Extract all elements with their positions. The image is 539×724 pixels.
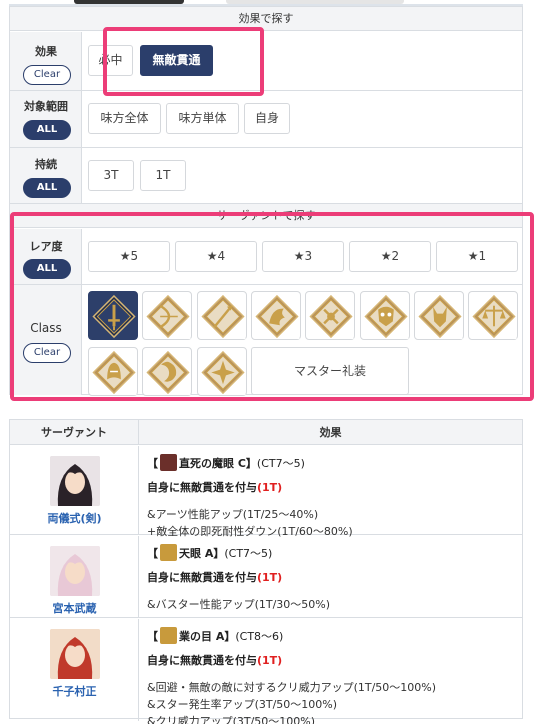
main-effect-text: 自身に無敵貫通を付与: [147, 654, 257, 667]
effect-line: &バスター性能アップ(1T/30〜50%): [147, 598, 331, 611]
servant-name-link[interactable]: 千子村正: [10, 683, 139, 699]
duration-filter-row: 持続 ALL 3T 1T: [10, 148, 522, 204]
duration-option-1t[interactable]: 1T: [140, 160, 186, 191]
skill-name: 業の目 A: [179, 630, 225, 643]
duration-all-button[interactable]: ALL: [23, 178, 71, 198]
servant-cell: 両儀式(剣): [10, 446, 139, 534]
skill-name: 直死の魔眼 C: [179, 457, 246, 470]
effect-label: 効果: [35, 45, 57, 58]
skill-line: 【 天眼 A】(CT7〜5): [147, 544, 272, 561]
effect-line: &回避・無敵の敵に対するクリ威力アップ(1T/50〜100%): [147, 681, 437, 694]
skill-icon: [160, 627, 177, 644]
servant-cell: 千子村正: [10, 619, 139, 721]
result-row: 宮本武蔵 【 天眼 A】(CT7〜5) 自身に無敵貫通を付与(1T) &バスター性能アッ…: [10, 536, 522, 618]
main-effect-line: 自身に無敵貫通を付与(1T): [147, 569, 282, 585]
duration-option-3t[interactable]: 3T: [88, 160, 134, 191]
servant-portrait-icon: [50, 629, 100, 679]
skill-bracket-open: 【: [147, 457, 158, 470]
skill-line: 【 業の目 A】(CT8〜6): [147, 627, 283, 644]
effect-line: &アーツ性能アップ(1T/25〜40%): [147, 508, 319, 521]
skill-cooldown: (CT8〜6): [235, 630, 284, 643]
target-label: 対象範囲: [24, 100, 68, 113]
target-option-one-ally[interactable]: 味方単体: [166, 103, 239, 134]
servant-name-link[interactable]: 両儀式(剣): [10, 510, 139, 526]
servant-avatar[interactable]: [50, 546, 100, 596]
result-row: 両儀式(剣) 【 直死の魔眼 C】(CT7〜5) 自身に無敵貫通を付与(1T) &アーツ…: [10, 446, 522, 538]
main-effect-line: 自身に無敵貫通を付与(1T): [147, 652, 282, 668]
target-option-all-allies[interactable]: 味方全体: [88, 103, 161, 134]
skill-icon: [160, 454, 177, 471]
effect-clear-button[interactable]: Clear: [23, 65, 71, 85]
highlight-ignore-invincible: [103, 27, 264, 96]
duration-label: 持続: [35, 158, 57, 171]
main-effect-turn: (1T): [257, 481, 283, 494]
effect-line: &クリ威力アップ(3T/50〜100%): [147, 715, 316, 724]
main-effect-text: 自身に無敵貫通を付与: [147, 571, 257, 584]
main-effect-line: 自身に無敵貫通を付与(1T): [147, 479, 282, 495]
skill-bracket-open: 【: [147, 630, 158, 643]
results-table: サーヴァント 効果 両儀式(剣) 【直死の魔眼 C】(CT7〜5) 自身に無敵貫通を…: [9, 419, 523, 724]
servant-portrait-icon: [50, 546, 100, 596]
skill-bracket-close: 】: [245, 457, 257, 470]
servant-cell: 宮本武蔵: [10, 536, 139, 617]
target-filter-row: 対象範囲 ALL 味方全体 味方単体 自身: [10, 91, 522, 148]
effect-row-label: 効果 Clear: [10, 32, 82, 90]
skill-icon: [160, 544, 177, 561]
header-effect: 効果: [319, 426, 342, 439]
skill-bracket-close: 】: [213, 547, 225, 560]
skill-cooldown: (CT7〜5): [256, 457, 305, 470]
header-servant: サーヴァント: [10, 420, 139, 445]
effect-section-header: 効果で探す: [10, 7, 522, 31]
main-effect-turn: (1T): [257, 654, 283, 667]
skill-line: 【 直死の魔眼 C】(CT7〜5): [147, 454, 305, 471]
result-row: 千子村正 【 業の目 A】(CT8〜6) 自身に無敵貫通を付与(1T) &回避・無敵の敵…: [10, 619, 522, 724]
servant-portrait-icon: [50, 456, 100, 506]
main-effect-text: 自身に無敵貫通を付与: [147, 481, 257, 494]
skill-bracket-close: 】: [224, 630, 236, 643]
servant-avatar[interactable]: [50, 629, 100, 679]
skill-name: 天眼 A: [179, 547, 214, 560]
effect-line: &スター発生率アップ(3T/50〜100%): [147, 698, 338, 711]
effect-filter-row: 効果 Clear 必中 無敵貫通: [10, 32, 522, 91]
target-row-label: 対象範囲 ALL: [10, 91, 82, 147]
servant-name-link[interactable]: 宮本武蔵: [10, 600, 139, 616]
highlight-servant-filter: [10, 212, 534, 401]
main-effect-turn: (1T): [257, 571, 283, 584]
duration-row-label: 持続 ALL: [10, 148, 82, 203]
target-option-self[interactable]: 自身: [244, 103, 290, 134]
results-header: サーヴァント 効果: [10, 420, 522, 445]
servant-avatar[interactable]: [50, 456, 100, 506]
skill-cooldown: (CT7〜5): [224, 547, 273, 560]
target-all-button[interactable]: ALL: [23, 120, 71, 140]
skill-bracket-open: 【: [147, 547, 158, 560]
